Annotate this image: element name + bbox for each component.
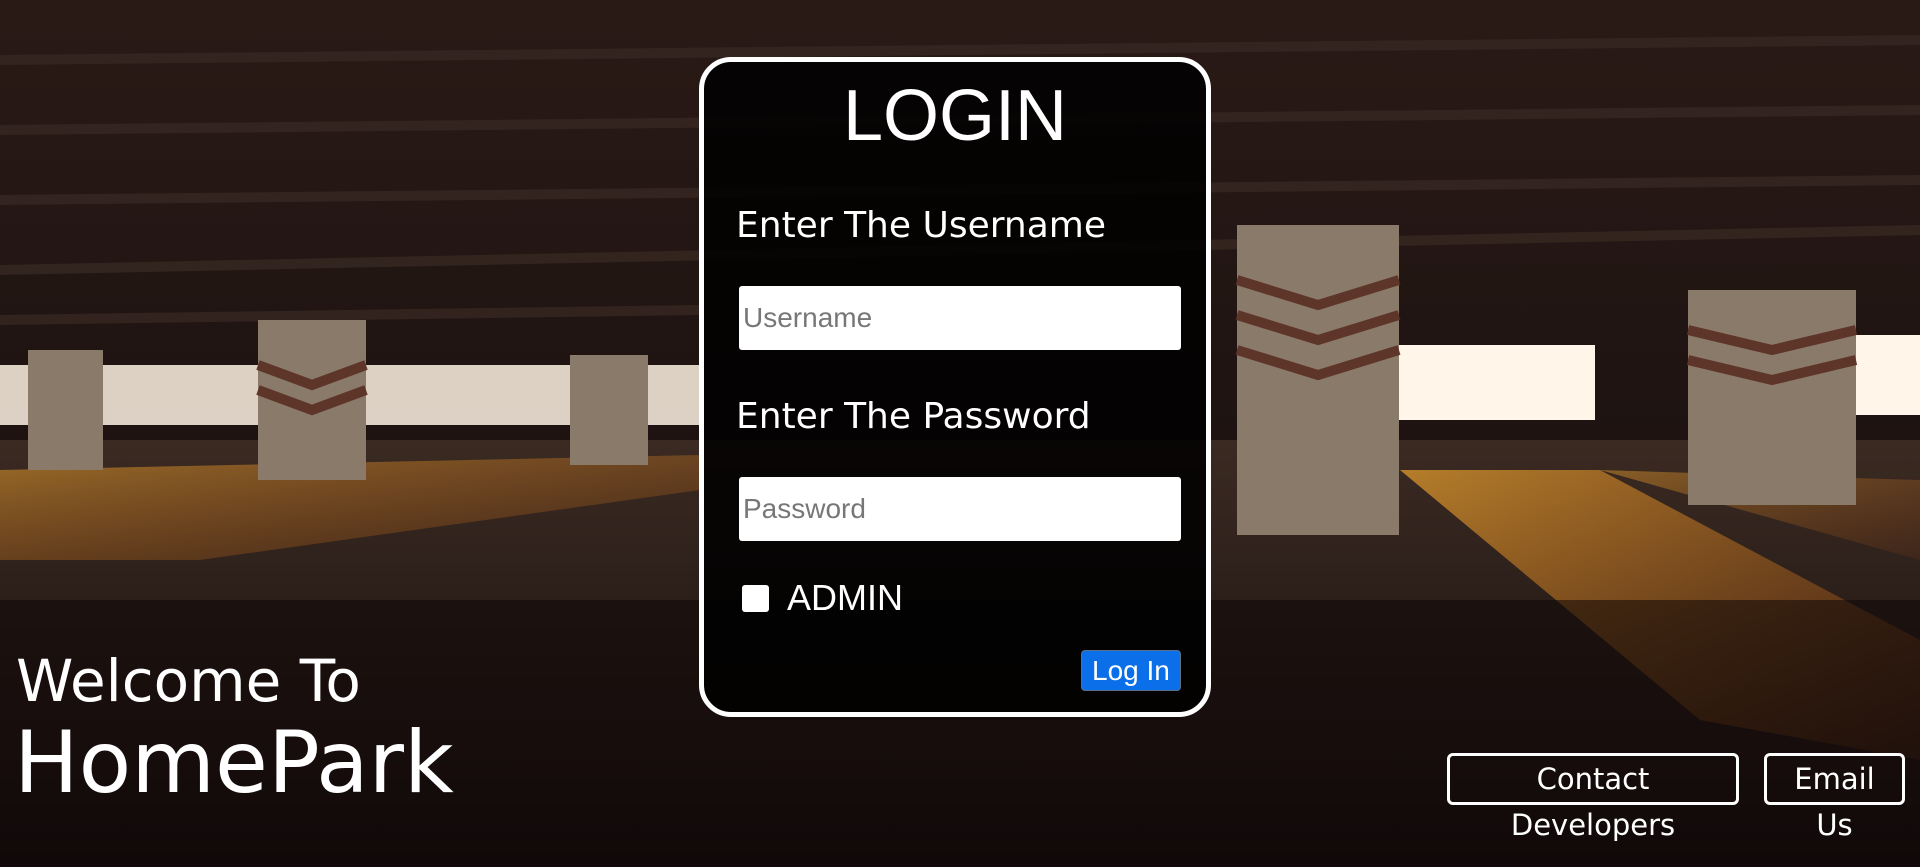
email-us-button[interactable]: Email Us xyxy=(1764,753,1905,842)
admin-label: ADMIN xyxy=(787,577,903,618)
login-title: LOGIN xyxy=(842,76,1068,156)
login-button[interactable]: Log In xyxy=(1081,650,1181,691)
password-input[interactable] xyxy=(739,477,1181,541)
username-label: Enter The Username xyxy=(736,205,1106,246)
admin-checkbox[interactable] xyxy=(742,584,769,612)
password-label: Enter The Password xyxy=(736,396,1091,437)
admin-option[interactable]: ADMIN xyxy=(742,577,903,618)
welcome-text: Welcome To xyxy=(16,647,361,715)
login-card: LOGIN Enter The Username Enter The Passw… xyxy=(699,57,1211,717)
contact-developers-button[interactable]: Contact Developers xyxy=(1447,753,1739,842)
username-input[interactable] xyxy=(739,286,1181,350)
brand-name: HomePark xyxy=(14,713,454,813)
